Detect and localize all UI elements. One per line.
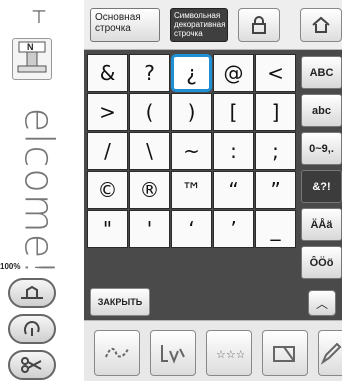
character-key[interactable]: ®: [129, 171, 170, 209]
letter-stitch-icon: [161, 345, 185, 364]
pencil-icon: [320, 342, 341, 365]
needle-position-icon: [21, 285, 43, 299]
home-icon: [312, 16, 330, 33]
character-key[interactable]: ©: [87, 171, 128, 209]
thread-spool-icon: [105, 347, 129, 358]
letter-style-button[interactable]: [150, 330, 196, 376]
mode-button[interactable]: 0~9,.: [301, 132, 342, 165]
character-key[interactable]: \: [129, 132, 170, 170]
close-button[interactable]: ЗАКРЫТЬ: [90, 288, 150, 316]
tab-basic-stitch[interactable]: Основная строчка: [90, 8, 160, 42]
character-key[interactable]: ?: [129, 54, 170, 92]
thread-cutter-button[interactable]: [8, 350, 56, 380]
character-key[interactable]: ‘: [171, 210, 212, 248]
character-key[interactable]: :: [213, 132, 254, 170]
character-key[interactable]: <: [255, 54, 296, 92]
needle-position-button[interactable]: [8, 278, 56, 308]
mode-button[interactable]: ABC: [301, 56, 342, 89]
character-key[interactable]: ': [129, 210, 170, 248]
character-key[interactable]: ~: [171, 132, 212, 170]
mode-button[interactable]: ÄÅä: [301, 208, 342, 241]
svg-text:☆☆☆: ☆☆☆: [216, 349, 244, 361]
character-key[interactable]: ¿: [171, 54, 212, 92]
character-key[interactable]: ): [171, 93, 212, 131]
character-key[interactable]: @: [213, 54, 254, 92]
character-key[interactable]: _: [255, 210, 296, 248]
eraser-icon: [273, 346, 295, 362]
thread-icon: [23, 320, 40, 336]
left-panel: ⊤ N elcome! 100%: [0, 0, 84, 381]
character-key[interactable]: [: [213, 93, 254, 131]
preview-text: elcome!: [15, 107, 62, 277]
character-key[interactable]: /: [87, 132, 128, 170]
character-key[interactable]: &: [87, 54, 128, 92]
home-button[interactable]: [300, 8, 342, 42]
character-key[interactable]: ’: [213, 210, 254, 248]
presser-foot-n-icon: N: [12, 38, 52, 80]
character-key[interactable]: ”: [255, 171, 296, 209]
character-key[interactable]: “: [213, 171, 254, 209]
foot-letter: N: [27, 42, 34, 52]
pencil-button[interactable]: [318, 330, 342, 376]
character-key[interactable]: ;: [255, 132, 296, 170]
thread-tool-button[interactable]: [94, 330, 140, 376]
character-key[interactable]: ]: [255, 93, 296, 131]
thread-tension-icon[interactable]: ⊤: [24, 4, 54, 30]
eraser-button[interactable]: [262, 330, 308, 376]
mode-button[interactable]: abc: [301, 94, 342, 127]
lock-icon: [252, 16, 266, 34]
mode-button[interactable]: &?!: [301, 170, 342, 203]
mode-button[interactable]: ÔÖö: [301, 246, 342, 279]
star-stitch-icon: ☆☆☆: [216, 349, 244, 361]
zoom-level: 100%: [0, 262, 21, 271]
character-key[interactable]: ™: [171, 171, 212, 209]
scroll-up-button[interactable]: ︿: [308, 290, 336, 316]
character-key[interactable]: (: [129, 93, 170, 131]
chevron-up-icon: ︿: [315, 296, 328, 311]
star-pattern-button[interactable]: ☆☆☆: [206, 330, 252, 376]
scissors-icon: [21, 357, 42, 373]
character-key[interactable]: ": [87, 210, 128, 248]
character-key[interactable]: >: [87, 93, 128, 131]
tab-decorative-stitch[interactable]: Символьная декоративная строчка: [170, 8, 228, 42]
threading-button[interactable]: [8, 314, 56, 344]
lock-button[interactable]: [238, 8, 280, 42]
